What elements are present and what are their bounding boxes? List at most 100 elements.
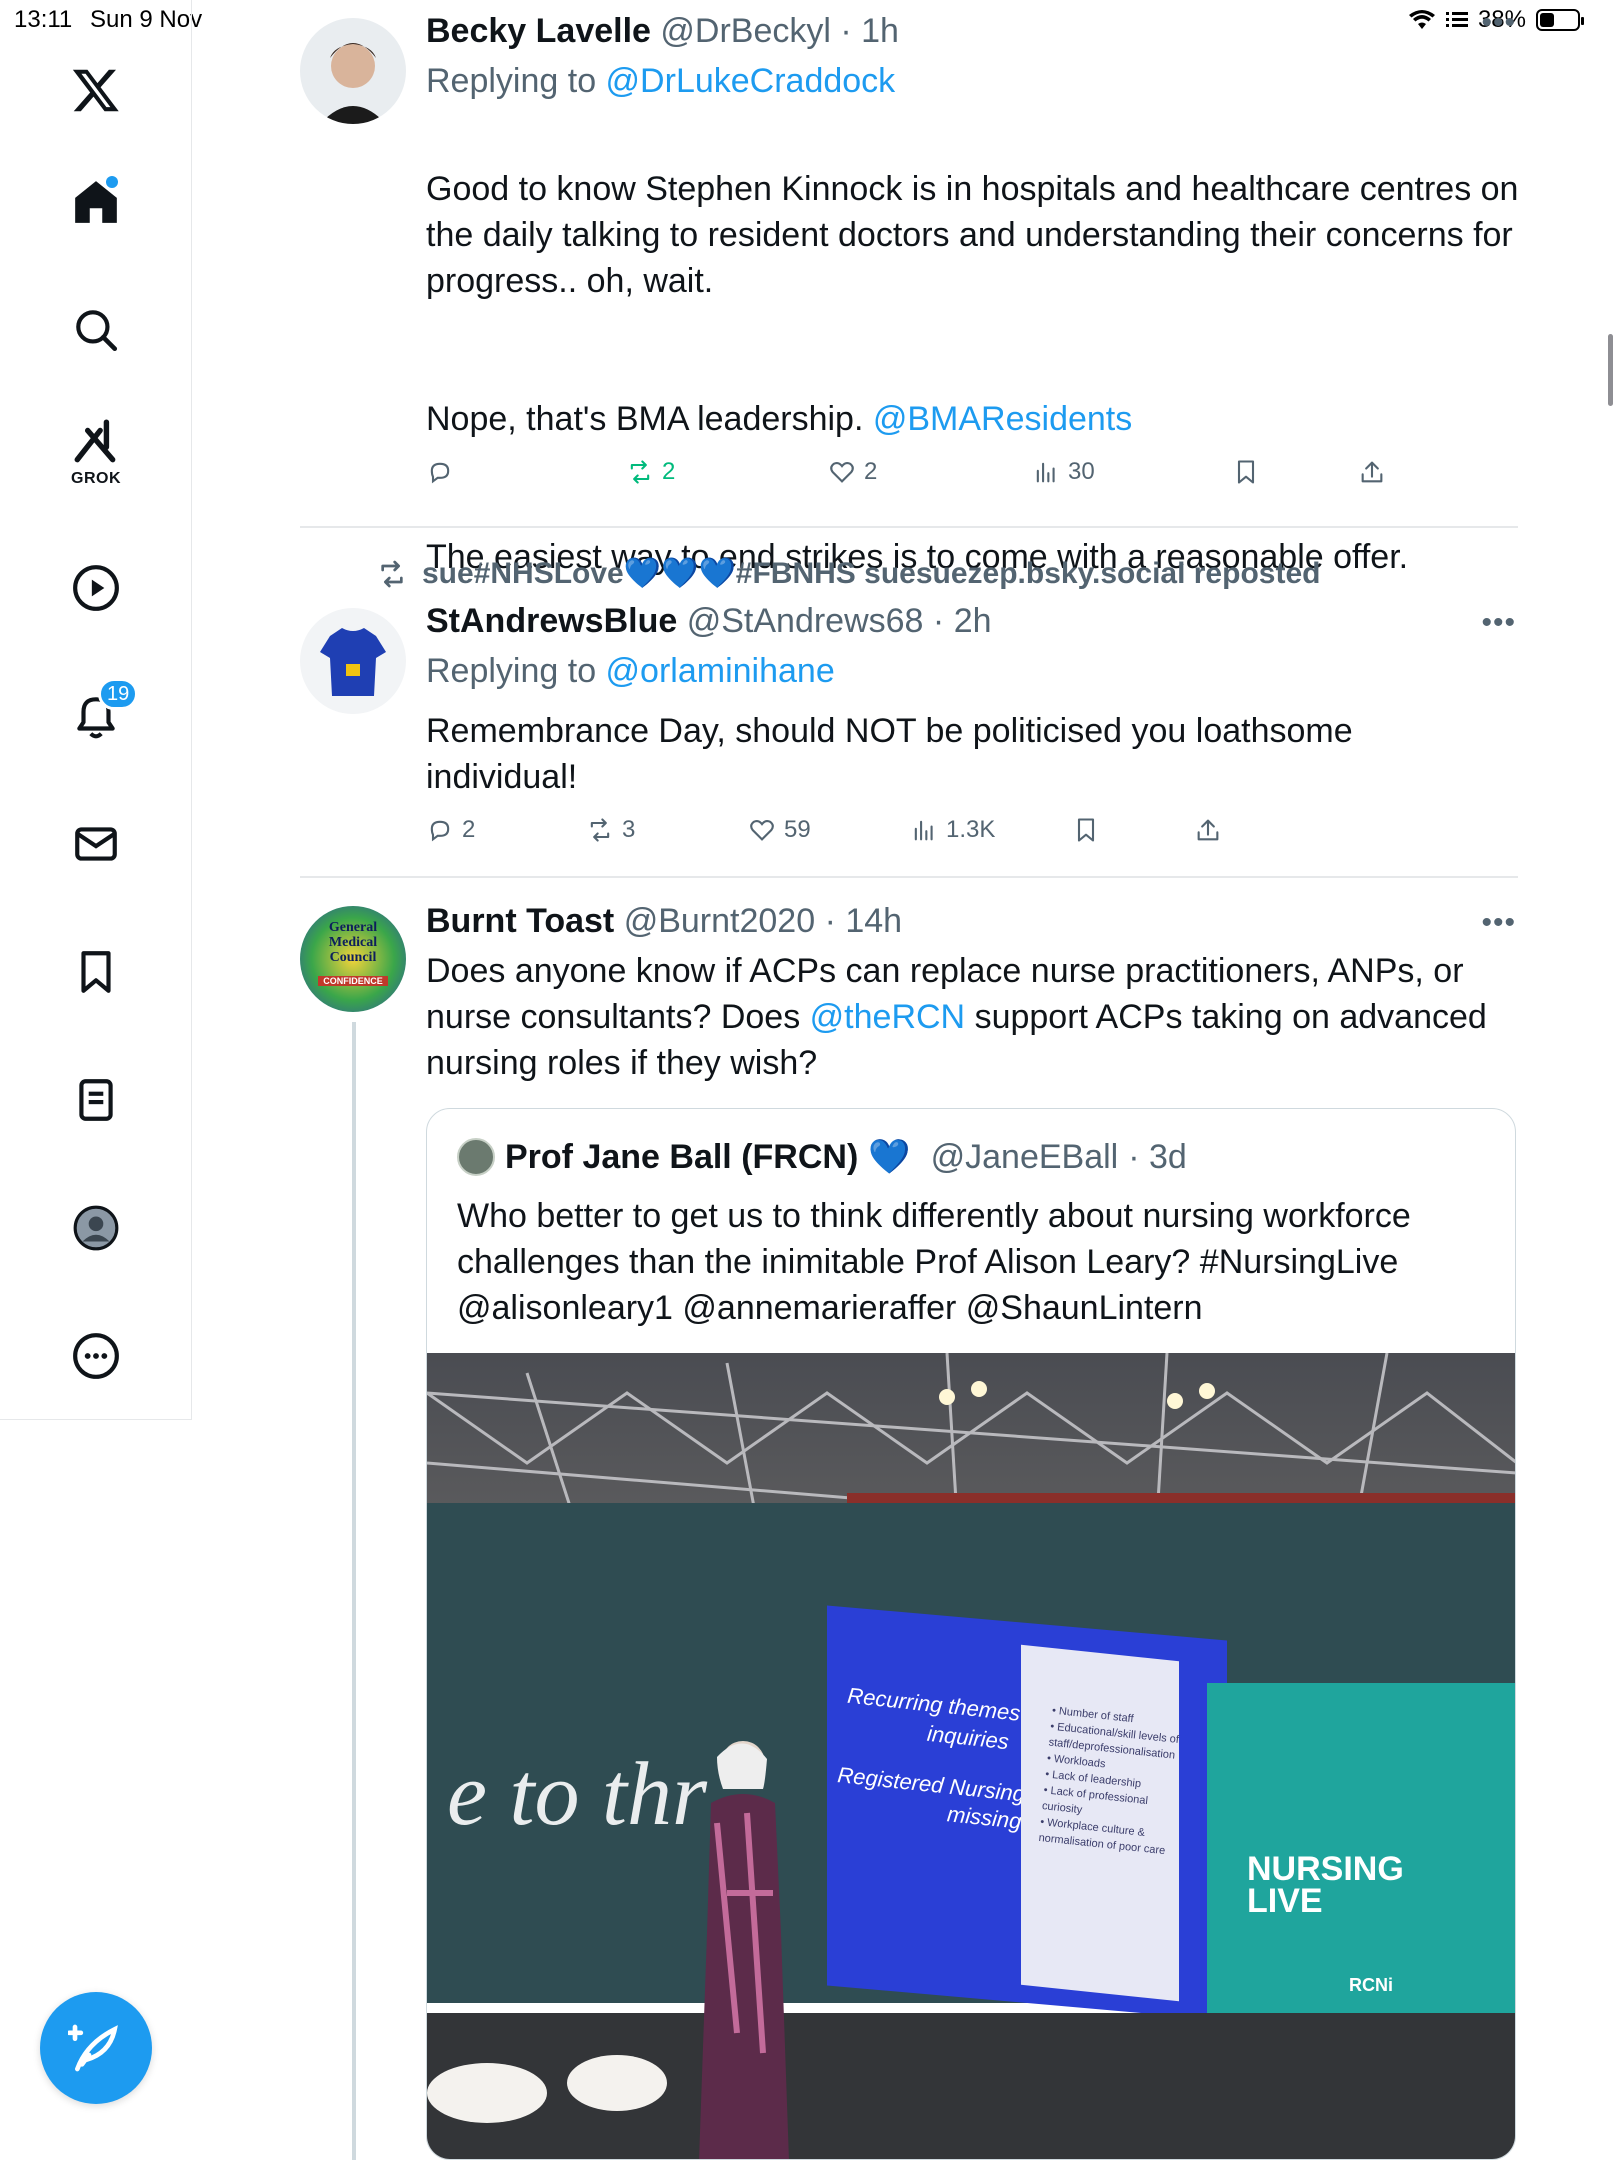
quote-header: Prof Jane Ball (FRCN) 💙 @JaneEBall · 3d	[457, 1137, 1187, 1177]
more-options-icon[interactable]	[56, 1316, 136, 1396]
photo-speaker	[699, 1741, 789, 2159]
search-icon[interactable]	[56, 290, 136, 370]
avatar-text-line: Council	[329, 950, 377, 965]
tweet-text-2: Nope, that's BMA leadership.	[426, 400, 873, 438]
scrollbar[interactable]	[1608, 334, 1613, 406]
repost-context: sue#NHSLove💙💙💙#FBNHS suesuezep.bsky.soci…	[376, 556, 1320, 591]
avatar-text-line: General	[328, 920, 378, 935]
tweet-text: Good to know Stephen Kinnock is in hospi…	[426, 120, 1526, 626]
sidebar-nav: GROK 19	[0, 0, 192, 1420]
repost-icon	[381, 560, 403, 587]
share-button[interactable]	[1194, 816, 1222, 844]
divider	[300, 876, 1518, 878]
tweet-text-paragraph-2: Nope, that's BMA leadership. @BMAResiden…	[426, 396, 1526, 442]
home-icon[interactable]	[56, 162, 136, 242]
tweet-header: Burnt Toast @Burnt2020 · 14h	[426, 902, 902, 941]
more-menu-icon[interactable]: •••	[1481, 6, 1516, 40]
repost-label[interactable]: sue#NHSLove💙💙💙#FBNHS suesuezep.bsky.soci…	[422, 556, 1320, 591]
views-count: 1.3K	[946, 816, 996, 843]
photo-rcni-logo: RCNi	[1349, 1975, 1393, 1995]
timestamp[interactable]: · 2h	[933, 602, 992, 640]
replying-prefix: Replying to	[426, 62, 606, 100]
bookmark-icon	[1077, 818, 1095, 842]
quote-text: Who better to get us to think differentl…	[457, 1197, 1411, 1327]
views-chart-icon	[914, 820, 933, 841]
repost-button[interactable]: 2	[626, 458, 675, 486]
share-icon	[1197, 819, 1219, 841]
messages-icon[interactable]	[56, 804, 136, 884]
like-count: 59	[784, 816, 811, 843]
replying-to: Replying to @DrLukeCraddock	[426, 62, 895, 101]
mention-link[interactable]: @theRCN	[810, 998, 965, 1036]
notifications-badge: 19	[98, 678, 139, 710]
photo-wall-text: e to thr	[447, 1745, 707, 1844]
compose-feather-icon	[68, 2024, 118, 2072]
timestamp[interactable]: · 14h	[825, 902, 903, 940]
thread-connector-line	[352, 1022, 356, 2160]
replying-to-link[interactable]: @orlaminihane	[606, 652, 835, 690]
repost-button[interactable]: 3	[586, 816, 635, 844]
bookmarks-icon[interactable]	[56, 932, 136, 1012]
reply-icon	[430, 820, 450, 842]
avatar[interactable]	[300, 18, 406, 124]
like-button[interactable]: 2	[828, 458, 877, 486]
avatar-text: General Medical Council	[300, 920, 406, 965]
quote-display-name[interactable]: Prof Jane Ball (FRCN)	[505, 1138, 858, 1177]
home-unread-dot	[106, 176, 118, 188]
compose-button[interactable]	[40, 1992, 152, 2104]
reply-count: 2	[462, 816, 476, 843]
handle[interactable]: @DrBeckyl	[660, 12, 831, 50]
reply-button[interactable]	[426, 458, 462, 486]
replying-to: Replying to @orlaminihane	[426, 652, 835, 691]
bookmark-button[interactable]	[1232, 458, 1260, 486]
video-icon[interactable]	[56, 548, 136, 628]
repost-icon	[630, 460, 650, 484]
profile-icon[interactable]	[56, 1188, 136, 1268]
replying-to-link[interactable]: @DrLukeCraddock	[606, 62, 896, 100]
reply-button[interactable]: 2	[426, 816, 475, 844]
display-name[interactable]: Becky Lavelle	[426, 12, 651, 50]
grok-icon[interactable]: GROK	[56, 412, 136, 492]
battery-icon	[1536, 9, 1584, 31]
heart-icon	[750, 820, 774, 841]
bookmark-button[interactable]	[1072, 816, 1100, 844]
tweet-text-paragraph-1: Good to know Stephen Kinnock is in hospi…	[426, 170, 1519, 300]
quote-timestamp[interactable]: · 3d	[1128, 1138, 1187, 1177]
avatar[interactable]	[300, 608, 406, 714]
wifi-icon	[1408, 10, 1435, 29]
views-button[interactable]: 30	[1032, 458, 1095, 486]
share-icon	[1361, 461, 1383, 483]
battery-fill	[1540, 13, 1554, 27]
tweet-text: Remembrance Day, should NOT be politicis…	[426, 712, 1353, 796]
like-button[interactable]: 59	[748, 816, 811, 844]
views-button[interactable]: 1.3K	[910, 816, 995, 844]
quote-handle[interactable]: @JaneEBall	[931, 1138, 1119, 1177]
views-count: 30	[1068, 458, 1095, 485]
more-menu-icon[interactable]: •••	[1481, 906, 1516, 940]
quote-avatar[interactable]	[457, 1138, 495, 1176]
photo-slide-list: • Number of staff • Educational/skill le…	[1038, 1704, 1180, 1858]
mention-link[interactable]: @BMAResidents	[873, 400, 1132, 438]
lists-icon[interactable]	[56, 1060, 136, 1140]
x-logo-icon[interactable]	[56, 50, 136, 130]
timestamp[interactable]: · 1h	[840, 12, 899, 50]
handle[interactable]: @Burnt2020	[624, 902, 815, 940]
share-button[interactable]	[1358, 458, 1386, 486]
tweet-text: Does anyone know if ACPs can replace nur…	[426, 948, 1526, 1086]
repost-count: 2	[662, 458, 676, 485]
more-menu-icon[interactable]: •••	[1481, 606, 1516, 640]
quoted-tweet[interactable]: Prof Jane Ball (FRCN) 💙 @JaneEBall · 3d Wh…	[426, 1108, 1516, 2160]
display-name[interactable]: StAndrewsBlue	[426, 602, 677, 640]
grok-label: GROK	[71, 470, 121, 487]
replying-prefix: Replying to	[426, 652, 606, 690]
repost-count: 3	[622, 816, 636, 843]
quote-photo[interactable]: e to thr Recurring themes in inquiries R…	[427, 1353, 1515, 2159]
avatar[interactable]: General Medical Council CONFIDENCE	[300, 906, 406, 1012]
display-name[interactable]: Burnt Toast	[426, 902, 614, 940]
tweet-header: Becky Lavelle @DrBeckyl · 1h	[426, 12, 899, 51]
notifications-icon[interactable]: 19	[56, 676, 139, 756]
handle[interactable]: @StAndrews68	[687, 602, 924, 640]
heart-icon	[830, 462, 854, 483]
quote-name-badge: 💙	[868, 1138, 911, 1176]
repost-icon	[590, 818, 610, 842]
